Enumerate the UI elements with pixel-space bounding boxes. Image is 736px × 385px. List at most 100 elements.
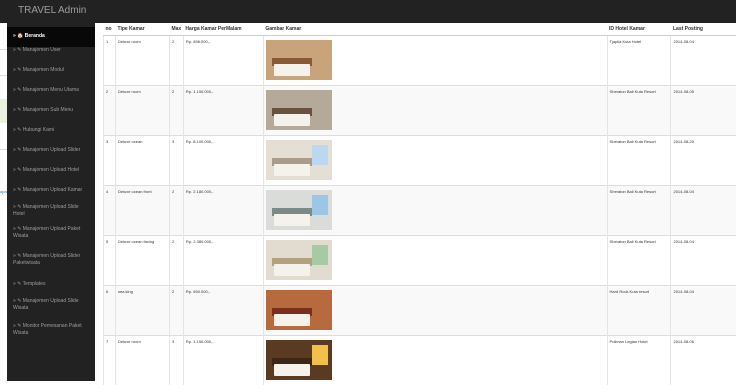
room-image <box>266 90 332 130</box>
sidebar-item-upload-paket-wisata[interactable]: » ✎ Manajemen Upload Paket Wisata <box>7 226 95 240</box>
cell-gambar <box>263 185 607 235</box>
room-image-bed <box>274 364 310 376</box>
table-row: 6 sea king 2 Rp. 650.000,- Hard Rock Kut… <box>104 285 736 335</box>
cell-no: 7 <box>104 335 116 385</box>
cell-last: 2014-08-04 <box>671 185 736 235</box>
sidebar: » 🏠 Beranda » ✎ Manajemen User » ✎ Manaj… <box>7 23 95 381</box>
cell-no: 3 <box>104 135 116 185</box>
room-image-bed <box>274 114 310 126</box>
room-image-window <box>312 195 328 215</box>
room-image-window <box>312 145 328 165</box>
cell-no: 1 <box>104 35 116 85</box>
sidebar-item-upload-slide-wisata[interactable]: » ✎ Manajemen Upload Slide Wisata <box>7 298 95 312</box>
cell-harga: Rp. 1.150.000,- <box>183 85 263 135</box>
cell-harga: Rp. 8.100.000,- <box>183 135 263 185</box>
cell-hotel: Hard Rock Kuta resort <box>607 285 671 335</box>
cell-no: 5 <box>104 235 116 285</box>
top-navbar: TRAVEL Admin <box>0 0 736 23</box>
cell-harga: Rp. 2.180.000,- <box>183 185 263 235</box>
cell-tipe: sea king <box>115 285 169 335</box>
cell-hotel: Sheraton Bali Kuta Resort <box>607 135 671 185</box>
table-row: 2 Deluxe room 2 Rp. 1.150.000,- Sheraton… <box>104 85 736 135</box>
room-image-bed <box>274 314 310 326</box>
cell-max: 2 <box>169 185 183 235</box>
cell-hotel: Pullman Legian Hotel <box>607 335 671 385</box>
cell-tipe: Deluxe room <box>115 335 169 385</box>
room-table: no Tipe Kamar Max Harga Kamar PerMalam G… <box>103 23 736 385</box>
cell-max: 3 <box>169 135 183 185</box>
sidebar-item-manajemen-modul[interactable]: » ✎ Manajemen Modul <box>7 67 95 74</box>
room-image-bed <box>274 214 310 226</box>
room-image <box>266 140 332 180</box>
cell-max: 2 <box>169 35 183 85</box>
cell-last: 2014-08-25 <box>671 135 736 185</box>
sidebar-item-upload-kamar[interactable]: » ✎ Manajemen Upload Kamar <box>7 187 95 194</box>
sidebar-item-manajemen-sub-menu[interactable]: » ✎ Manajemen Sub Menu <box>7 107 95 114</box>
cell-harga: Rp. 650.000,- <box>183 285 263 335</box>
sidebar-item-beranda[interactable]: » 🏠 Beranda <box>7 27 95 47</box>
sidebar-item-monitor-pemesanan[interactable]: » ✎ Monitor Pemesanan Paket Wisata <box>7 323 95 337</box>
cell-last: 2014-08-04 <box>671 235 736 285</box>
cell-harga: Rp. 1.150.000,- <box>183 335 263 385</box>
cell-no: 4 <box>104 185 116 235</box>
cell-max: 2 <box>169 285 183 335</box>
col-header-hotel: ID Hotel Kamar <box>607 23 671 35</box>
table-row: 3 Deluxe ocean 3 Rp. 8.100.000,- Sherato… <box>104 135 736 185</box>
room-image <box>266 190 332 230</box>
col-header-harga: Harga Kamar PerMalam <box>183 23 263 35</box>
cell-no: 6 <box>104 285 116 335</box>
sidebar-item-manajemen-user[interactable]: » ✎ Manajemen User <box>7 47 95 54</box>
sidebar-item-templates[interactable]: » ✎ Templates <box>7 281 95 288</box>
cell-last: 2014-08-04 <box>671 285 736 335</box>
room-image <box>266 340 332 380</box>
cell-gambar <box>263 335 607 385</box>
table-header-row: no Tipe Kamar Max Harga Kamar PerMalam G… <box>104 23 736 35</box>
room-image-lamp <box>312 345 328 365</box>
sidebar-item-upload-slide-hotel[interactable]: » ✎ Manajemen Upload Slide Hotel <box>7 204 95 218</box>
cell-tipe: Deluxe ocean <box>115 135 169 185</box>
left-edge-panel: ajos <box>0 23 7 381</box>
table-row: 7 Deluxe room 3 Rp. 1.150.000,- Pullman … <box>104 335 736 385</box>
col-header-max: Max <box>169 23 183 35</box>
cell-tipe: Deluxe ocean facing <box>115 235 169 285</box>
cell-tipe: Deluxe room <box>115 85 169 135</box>
sidebar-item-manajemen-menu-utama[interactable]: » ✎ Manajemen Menu Utama <box>7 87 95 94</box>
table-row: 4 Deluxe ocean front 2 Rp. 2.180.000,- S… <box>104 185 736 235</box>
cell-gambar <box>263 285 607 335</box>
col-header-no: no <box>104 23 116 35</box>
cell-gambar <box>263 85 607 135</box>
cell-last: 2014-08-06 <box>671 335 736 385</box>
col-header-tipe: Tipe Kamar <box>115 23 169 35</box>
cell-harga: Rp. 2.380.000,- <box>183 235 263 285</box>
room-image-bed <box>274 264 310 276</box>
cell-gambar <box>263 35 607 85</box>
cell-tipe: Deluxe ocean front <box>115 185 169 235</box>
divider <box>0 75 7 76</box>
cell-no: 2 <box>104 85 116 135</box>
table-row: 1 Deluxe room 2 Rp. 896.000,- Tjapila Ku… <box>104 35 736 85</box>
room-image <box>266 240 332 280</box>
sidebar-item-upload-slider[interactable]: » ✎ Manajemen Upload Slider <box>7 147 95 154</box>
sidebar-item-upload-hotel[interactable]: » ✎ Manajemen Upload Hotel <box>7 167 95 174</box>
cell-gambar <box>263 135 607 185</box>
cell-harga: Rp. 896.000,- <box>183 35 263 85</box>
cell-max: 2 <box>169 85 183 135</box>
cell-hotel: Sheraton Bali Kuta Resort <box>607 85 671 135</box>
table-row: 5 Deluxe ocean facing 2 Rp. 2.380.000,- … <box>104 235 736 285</box>
divider <box>0 49 7 50</box>
room-image-bed <box>274 64 310 76</box>
divider <box>0 149 7 150</box>
cell-last: 2014-08-05 <box>671 85 736 135</box>
room-image <box>266 290 332 330</box>
cell-hotel: Tjapila Kuta Hotel <box>607 35 671 85</box>
sidebar-item-upload-slider-paketwisata[interactable]: » ✎ Manajemen Upload Slider Paketwisata <box>7 253 95 267</box>
brand-title[interactable]: TRAVEL Admin <box>18 5 86 16</box>
cell-max: 3 <box>169 335 183 385</box>
main-content: no Tipe Kamar Max Harga Kamar PerMalam G… <box>103 23 736 381</box>
cell-last: 2014-08-04 <box>671 35 736 85</box>
col-header-last: Last Posting <box>671 23 736 35</box>
col-header-gambar: Gambar Kamar <box>263 23 607 35</box>
cell-max: 2 <box>169 235 183 285</box>
sidebar-item-hubungi-kami[interactable]: » ✎ Hubungi Kami <box>7 127 95 134</box>
cell-gambar <box>263 235 607 285</box>
